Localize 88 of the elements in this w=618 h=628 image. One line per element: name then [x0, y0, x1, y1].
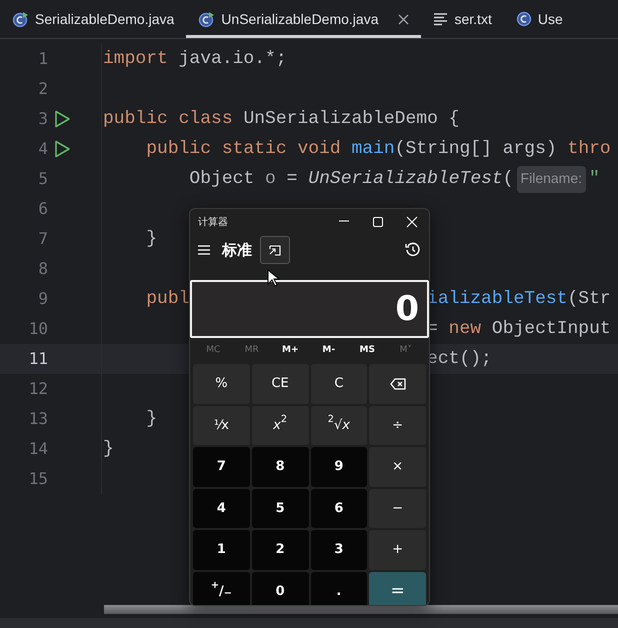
- code-keyword: new: [448, 318, 482, 340]
- run-icon[interactable]: [54, 110, 71, 128]
- code-variable: o: [265, 168, 276, 190]
- line-number: 6: [37, 198, 48, 220]
- code-text: UnSerializableDemo {: [243, 108, 460, 130]
- line-number: 13: [28, 408, 48, 430]
- line-number: 11: [28, 348, 48, 370]
- cursor-icon: [267, 269, 281, 288]
- function-key[interactable]: CE: [252, 364, 308, 404]
- function-key[interactable]: −: [369, 488, 426, 528]
- code-keyword: public class: [103, 108, 233, 130]
- line-number: 10: [28, 318, 48, 340]
- function-key[interactable]: %: [193, 364, 250, 404]
- code-keyword: import: [103, 48, 168, 70]
- code-text: }: [146, 228, 158, 250]
- horizontal-scrollbar[interactable]: [104, 605, 618, 614]
- function-key[interactable]: +: [369, 530, 426, 570]
- window-title: 计算器: [197, 216, 229, 230]
- maximize-icon[interactable]: [372, 216, 384, 228]
- line-number: 12: [28, 378, 48, 400]
- line-number: 9: [37, 288, 48, 310]
- code-text: ObjectInput: [492, 318, 611, 340]
- code-text: java.io.*;: [178, 48, 287, 70]
- digit-key[interactable]: 8: [252, 447, 308, 486]
- file-tab[interactable]: UnSerializableDemo.java: [186, 0, 422, 38]
- code-text: (Str: [567, 288, 611, 310]
- code-keyword: thro: [568, 138, 611, 160]
- line-number: 14: [28, 438, 48, 460]
- line-number: 5: [37, 168, 48, 190]
- history-icon: [405, 242, 421, 258]
- code-text: (String[] args): [394, 138, 557, 160]
- digit-key[interactable]: 5: [252, 488, 308, 528]
- digit-key[interactable]: 7: [193, 447, 250, 486]
- keep-on-top-button[interactable]: [260, 236, 290, 264]
- digit-key[interactable]: 9: [310, 447, 368, 486]
- equals-key[interactable]: =: [369, 572, 426, 605]
- line-number: 1: [37, 48, 48, 70]
- code-keyword: public static void: [146, 138, 341, 160]
- digit-key[interactable]: 2: [252, 530, 308, 570]
- window-arrow-icon: [269, 244, 281, 256]
- function-key[interactable]: ⅟x: [193, 406, 250, 445]
- close-icon[interactable]: [398, 14, 410, 24]
- function-key[interactable]: $^{2}$√x: [310, 406, 368, 445]
- line-number: 4: [37, 138, 48, 160]
- text-file-icon: [433, 11, 448, 27]
- file-tab[interactable]: Use: [504, 0, 575, 38]
- file-tab[interactable]: ser.txt: [421, 0, 504, 38]
- function-key[interactable]: C: [310, 364, 368, 404]
- line-number: 15: [28, 468, 48, 490]
- code-text: (: [502, 168, 514, 190]
- digit-key[interactable]: 3: [310, 530, 368, 570]
- menu-icon[interactable]: [198, 245, 210, 255]
- run-icon[interactable]: [54, 140, 71, 158]
- function-key[interactable]: ÷: [369, 406, 426, 445]
- code-text: Object: [189, 168, 254, 190]
- memory-button[interactable]: M-: [310, 344, 348, 358]
- code-text: }: [146, 408, 158, 430]
- line-number: 3: [37, 108, 48, 130]
- code-keyword: publ: [146, 288, 190, 310]
- code-string: ": [589, 168, 600, 190]
- file-tab[interactable]: SerializableDemo.java: [0, 0, 186, 38]
- line-number: 7: [37, 228, 48, 250]
- line-number: 8: [37, 258, 48, 280]
- history-button[interactable]: [405, 242, 421, 258]
- code-method-name: ializableTest: [427, 288, 568, 310]
- code-method-name: main: [351, 138, 395, 160]
- class-run-icon: [198, 11, 216, 27]
- parameter-hint: Filename:: [516, 166, 586, 192]
- backspace-button[interactable]: [369, 364, 426, 404]
- code-text: =: [286, 168, 298, 190]
- display-field: 0: [190, 280, 429, 338]
- digit-key[interactable]: 4: [193, 488, 250, 528]
- class-run-icon: [12, 11, 29, 27]
- memory-button[interactable]: MS: [348, 344, 386, 358]
- backspace-icon: [390, 378, 406, 390]
- line-number: 2: [37, 78, 48, 100]
- digit-key[interactable]: 0: [252, 572, 308, 605]
- digit-key[interactable]: 6: [310, 488, 368, 528]
- code-text: }: [103, 438, 114, 460]
- function-key[interactable]: x$^{2}$: [252, 406, 308, 445]
- mode-title: 标准: [222, 240, 252, 261]
- class-icon: [516, 11, 532, 27]
- digit-key[interactable]: .: [310, 572, 368, 605]
- code-method-call: UnSerializableTest: [308, 168, 503, 190]
- memory-button[interactable]: M+: [271, 344, 310, 358]
- function-key[interactable]: ×: [369, 447, 426, 486]
- digit-key[interactable]: $^{+}$/$_{−}$: [193, 572, 250, 605]
- digit-key[interactable]: 1: [193, 530, 250, 570]
